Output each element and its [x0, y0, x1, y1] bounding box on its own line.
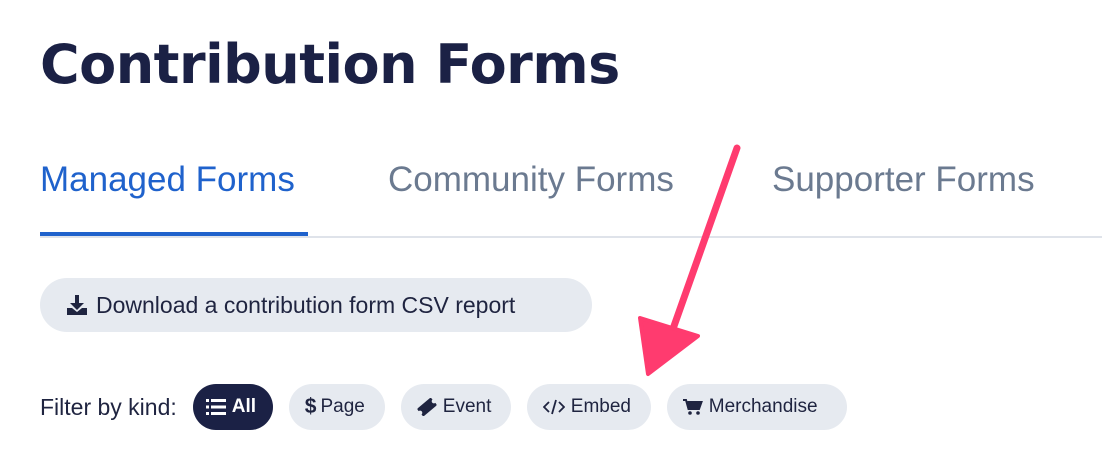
filter-label: Filter by kind:	[40, 393, 177, 420]
download-icon	[64, 292, 90, 318]
tab-community-forms[interactable]: Community Forms	[388, 146, 674, 234]
code-icon	[542, 399, 565, 415]
page-title: Contribution Forms	[40, 33, 620, 96]
form-tabs: Managed Forms Community Forms Supporter …	[40, 146, 1102, 238]
tab-supporter-forms[interactable]: Supporter Forms	[772, 146, 1035, 234]
filter-chip-page[interactable]: $ Page	[288, 384, 385, 430]
tab-managed-forms[interactable]: Managed Forms	[40, 146, 308, 236]
filter-chip-embed[interactable]: Embed	[526, 384, 651, 430]
ticket-icon	[417, 398, 437, 416]
list-icon	[205, 398, 226, 416]
filter-chip-page-label: Page	[320, 396, 365, 417]
cart-icon	[682, 398, 703, 416]
filter-chip-embed-label: Embed	[570, 396, 631, 417]
filter-chip-event[interactable]: Event	[400, 384, 511, 430]
filter-by-kind: Filter by kind: All $ Page Event Embed M…	[40, 384, 863, 430]
filter-chip-merchandise-label: Merchandise	[708, 396, 818, 417]
filter-chip-merchandise[interactable]: Merchandise	[666, 384, 847, 430]
dollar-icon: $	[304, 395, 317, 418]
download-csv-report-button[interactable]: Download a contribution form CSV report	[40, 278, 592, 332]
download-csv-report-label: Download a contribution form CSV report	[96, 291, 516, 318]
filter-chip-all[interactable]: All	[192, 384, 273, 430]
filter-chip-event-label: Event	[442, 396, 492, 417]
filter-chip-all-label: All	[231, 396, 257, 417]
